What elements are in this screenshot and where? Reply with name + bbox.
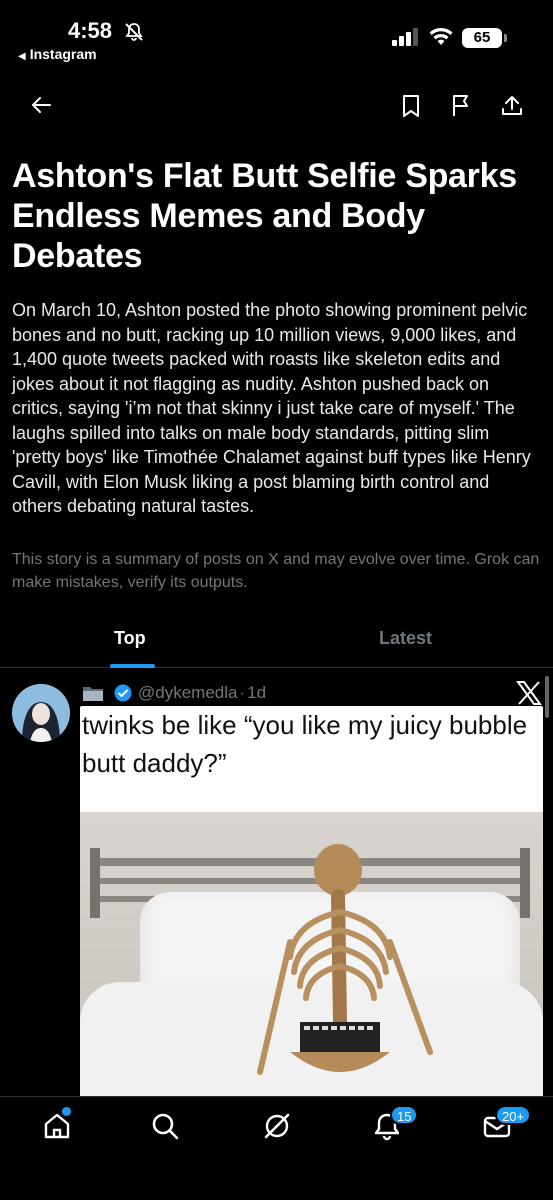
post-separator: · <box>239 683 246 702</box>
meme-photo <box>80 812 543 1100</box>
verified-badge-icon <box>114 684 132 702</box>
avatar[interactable] <box>12 684 70 742</box>
post-age: 1d <box>247 683 267 702</box>
bottom-navigation: 15 20+ <box>0 1096 553 1200</box>
clock: 4:58 <box>68 18 113 43</box>
active-tab-indicator <box>110 664 155 668</box>
story-summary: On March 10, Ashton posted the photo sho… <box>12 300 531 516</box>
post-handle[interactable]: @dykemedla <box>138 683 237 703</box>
grok-icon[interactable] <box>262 1111 292 1141</box>
arrow-left-icon[interactable] <box>30 94 52 116</box>
notifications-badge: 15 <box>390 1105 419 1125</box>
wifi-icon <box>429 28 453 45</box>
battery-indicator: 65 <box>462 28 507 48</box>
tab-latest[interactable]: Latest <box>379 628 432 649</box>
folder-icon <box>83 687 103 701</box>
home-unread-dot <box>62 1107 71 1116</box>
flag-icon[interactable] <box>450 94 472 118</box>
x-logo-icon[interactable] <box>516 680 542 706</box>
story-disclaimer: This story is a summary of posts on X an… <box>12 551 540 591</box>
share-icon[interactable] <box>500 94 524 118</box>
meme-caption: twinks be like “you like my juicy bubble… <box>82 710 528 778</box>
status-bar: 4:58 ◀ Instagram 65 <box>0 0 553 72</box>
messages-badge: 20+ <box>495 1105 532 1125</box>
skeleton-graphic <box>257 844 433 1075</box>
avatar-portrait <box>12 684 70 742</box>
story-title: Ashton's Flat Butt Selfie Sparks Endless… <box>12 157 517 275</box>
back-to-app-link[interactable]: ◀ Instagram <box>18 46 97 62</box>
top-navigation <box>0 86 553 130</box>
scrollbar[interactable] <box>545 676 549 718</box>
bookmark-icon[interactable] <box>400 94 422 118</box>
post-header: @dykemedla · 1d <box>82 682 266 704</box>
search-icon[interactable] <box>150 1111 180 1141</box>
cellular-signal-icon <box>392 28 418 46</box>
back-triangle-icon: ◀ <box>18 51 26 62</box>
bell-off-icon <box>125 23 143 41</box>
post-media-image[interactable]: twinks be like “you like my juicy bubble… <box>80 706 543 1100</box>
tab-bar: Top Latest <box>0 612 553 668</box>
back-app-label: Instagram <box>29 46 97 62</box>
tab-top[interactable]: Top <box>114 628 146 649</box>
